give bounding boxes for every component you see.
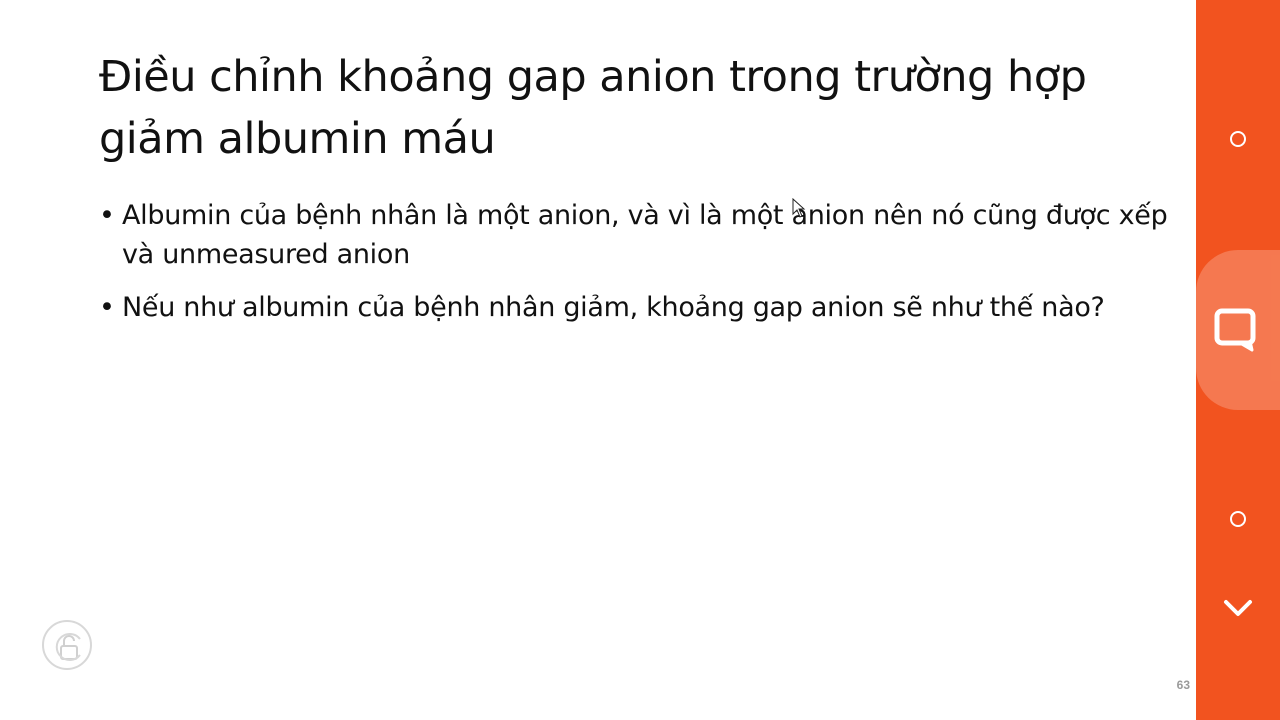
bullet-marker: • bbox=[99, 292, 115, 323]
circle-icon[interactable] bbox=[1229, 510, 1247, 528]
chat-button[interactable] bbox=[1196, 250, 1280, 410]
slide-page-number: 63 bbox=[1176, 678, 1190, 692]
screen: Điều chỉnh khoảng gap anion trong trường… bbox=[0, 0, 1280, 720]
circle-icon[interactable] bbox=[1229, 130, 1247, 148]
screen-lock-button[interactable] bbox=[42, 620, 92, 670]
slide-title: Điều chỉnh khoảng gap anion trong trường… bbox=[99, 52, 1087, 164]
lock-open-icon bbox=[55, 633, 81, 661]
chevron-down-button[interactable] bbox=[1222, 596, 1254, 622]
chat-bubble-icon bbox=[1214, 308, 1256, 352]
presentation-slide: Điều chỉnh khoảng gap anion trong trường… bbox=[0, 0, 1196, 720]
chevron-down-icon bbox=[1224, 600, 1252, 616]
bullet-marker: • bbox=[99, 200, 115, 231]
bullet-text: Albumin của bệnh nhân là một anion, và v… bbox=[122, 200, 1168, 270]
bullet-item: • Albumin của bệnh nhân là một anion, và… bbox=[99, 196, 1174, 274]
bullet-text: Nếu như albumin của bệnh nhân giảm, khoả… bbox=[122, 292, 1105, 323]
floating-side-panel bbox=[1196, 0, 1280, 720]
bullet-list: • Albumin của bệnh nhân là một anion, và… bbox=[99, 196, 1174, 341]
mouse-cursor-icon bbox=[792, 197, 806, 218]
bullet-item: • Nếu như albumin của bệnh nhân giảm, kh… bbox=[99, 288, 1174, 327]
